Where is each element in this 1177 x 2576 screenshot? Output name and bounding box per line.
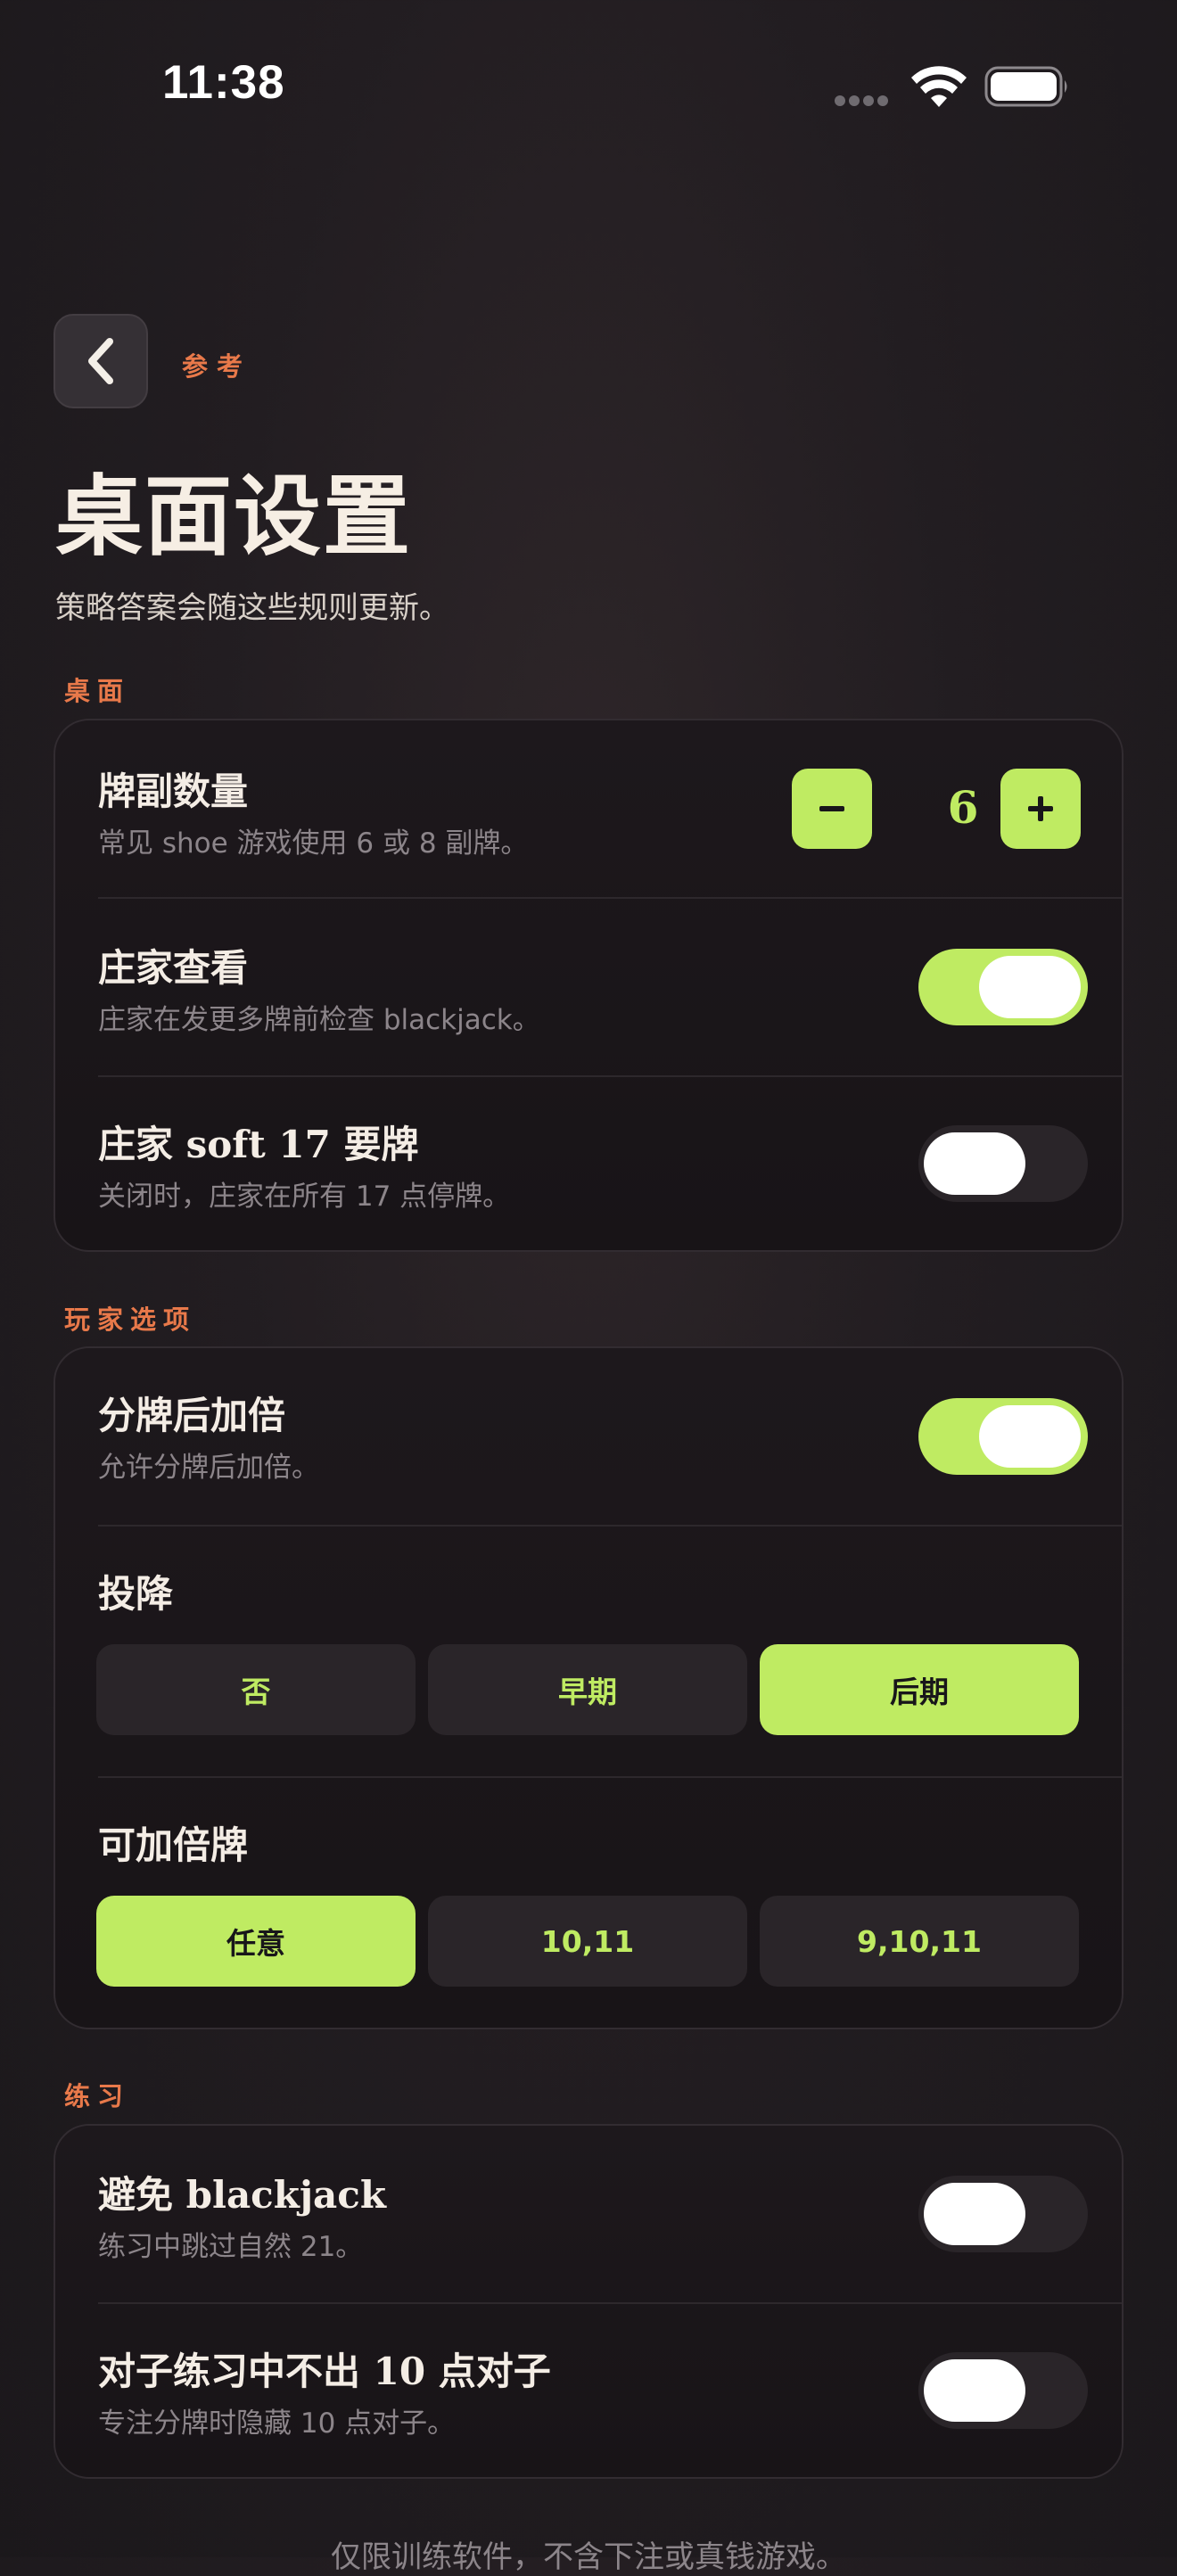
das-toggle[interactable] [918, 1398, 1088, 1475]
cellular-signal-icon [835, 93, 893, 106]
dealer-soft17-toggle[interactable] [918, 1125, 1088, 1202]
deck-count-desc: 常见 shoe 游戏使用 6 或 8 副牌。 [98, 827, 529, 860]
dealer-peek-toggle[interactable] [918, 949, 1088, 1025]
no-ten-pairs-desc: 专注分牌时隐藏 10 点对子。 [98, 2407, 456, 2440]
das-desc: 允许分牌后加倍。 [98, 1452, 319, 1484]
chevron-left-icon [88, 338, 113, 384]
deck-count-value: 6 [947, 781, 979, 834]
table-settings-card: 牌副数量 常见 shoe 游戏使用 6 或 8 副牌。 6 庄家查看 庄家在发更… [54, 719, 1124, 1252]
battery-icon [984, 66, 1070, 107]
das-row: 分牌后加倍 允许分牌后加倍。 [55, 1348, 1122, 1525]
footer-note: 仅限训练软件，不含下注或真钱游戏。 [331, 2539, 846, 2575]
back-button[interactable] [54, 314, 148, 408]
surrender-row: 投降 否 早期 后期 [55, 1527, 1122, 1776]
practice-card: 避免 blackjack 练习中跳过自然 21。 对子练习中不出 10 点对子 … [54, 2124, 1124, 2479]
double-option-9-10-11[interactable]: 9,10,11 [760, 1896, 1079, 1987]
status-time: 11:38 [162, 56, 285, 109]
dealer-soft17-title: 庄家 soft 17 要牌 [98, 1123, 419, 1166]
dealer-peek-row: 庄家查看 庄家在发更多牌前检查 blackjack。 [55, 899, 1122, 1075]
surrender-option-late[interactable]: 后期 [760, 1644, 1079, 1735]
avoid-blackjack-row: 避免 blackjack 练习中跳过自然 21。 [55, 2126, 1122, 2302]
page-title: 桌面设置 [55, 465, 413, 568]
section-label-practice: 练习 [64, 2081, 131, 2111]
wifi-icon [911, 66, 967, 109]
avoid-blackjack-title: 避免 blackjack [98, 2173, 386, 2217]
avoid-blackjack-toggle[interactable] [918, 2176, 1088, 2252]
minus-icon [819, 806, 844, 811]
deck-count-title: 牌副数量 [98, 770, 249, 813]
deck-count-row: 牌副数量 常见 shoe 游戏使用 6 或 8 副牌。 6 [55, 720, 1122, 897]
no-ten-pairs-title: 对子练习中不出 10 点对子 [98, 2350, 551, 2393]
dealer-soft17-row: 庄家 soft 17 要牌 关闭时，庄家在所有 17 点停牌。 [55, 1077, 1122, 1252]
section-label-player: 玩家选项 [64, 1304, 197, 1335]
dealer-peek-desc: 庄家在发更多牌前检查 blackjack。 [98, 1004, 540, 1036]
page-subtitle: 策略答案会随这些规则更新。 [55, 590, 449, 626]
surrender-option-no[interactable]: 否 [96, 1644, 416, 1735]
double-on-title: 可加倍牌 [98, 1823, 249, 1867]
das-title: 分牌后加倍 [98, 1394, 286, 1437]
breadcrumb[interactable]: 参考 [182, 346, 251, 383]
decrease-decks-button[interactable] [792, 769, 872, 849]
surrender-title: 投降 [98, 1572, 174, 1616]
increase-decks-button[interactable] [1000, 769, 1081, 849]
dealer-soft17-desc: 关闭时，庄家在所有 17 点停牌。 [98, 1181, 511, 1213]
no-ten-pairs-row: 对子练习中不出 10 点对子 专注分牌时隐藏 10 点对子。 [55, 2304, 1122, 2479]
section-label-table: 桌面 [64, 676, 131, 706]
no-ten-pairs-toggle[interactable] [918, 2352, 1088, 2429]
plus-icon [1028, 796, 1053, 821]
double-option-10-11[interactable]: 10,11 [428, 1896, 747, 1987]
dealer-peek-title: 庄家查看 [98, 946, 249, 990]
double-on-row: 可加倍牌 任意 10,11 9,10,11 [55, 1778, 1122, 2029]
surrender-option-early[interactable]: 早期 [428, 1644, 747, 1735]
avoid-blackjack-desc: 练习中跳过自然 21。 [98, 2231, 364, 2263]
player-options-card: 分牌后加倍 允许分牌后加倍。 投降 否 早期 后期 可加倍牌 任意 10,11 … [54, 1346, 1124, 2029]
double-option-any[interactable]: 任意 [96, 1896, 416, 1987]
